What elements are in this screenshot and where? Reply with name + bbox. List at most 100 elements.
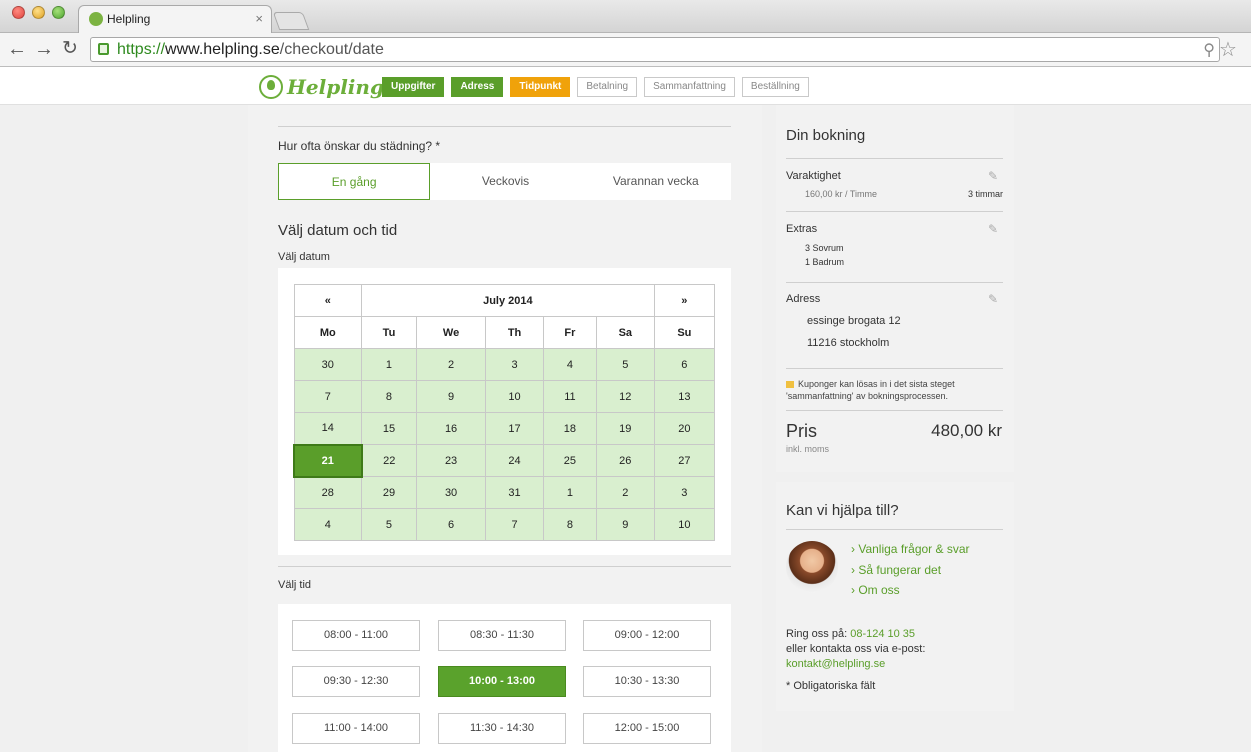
help-title: Kan vi hjälpa till?: [786, 502, 899, 519]
calendar-day[interactable]: 6: [653, 348, 716, 381]
time-slot-button[interactable]: 08:30 - 11:30: [438, 620, 566, 651]
divider: [278, 566, 731, 567]
tab-close-icon[interactable]: ×: [255, 11, 263, 26]
calendar-day[interactable]: 20: [653, 412, 716, 445]
forward-arrow-icon[interactable]: →: [34, 39, 54, 59]
calendar-day[interactable]: 14: [293, 412, 363, 445]
duration-label: Varaktighet: [786, 170, 841, 182]
calendar-day[interactable]: 19: [595, 412, 655, 445]
faq-link[interactable]: › Vanliga frågor & svar: [851, 542, 970, 556]
address-bar[interactable]: https://www.helpling.se/checkout/date ⚲: [90, 37, 1220, 62]
calendar-day[interactable]: 30: [293, 348, 363, 381]
how-it-works-link[interactable]: › Så fungerar det: [851, 563, 941, 577]
calendar-day[interactable]: 30: [415, 476, 487, 509]
calendar-day[interactable]: 28: [293, 476, 363, 509]
time-slot-button[interactable]: 08:00 - 11:00: [292, 620, 420, 651]
calendar-day[interactable]: 9: [595, 508, 655, 541]
weekday-header: Tu: [361, 316, 417, 349]
coupon-note: Kuponger kan lösas in i det sista steget…: [786, 379, 955, 401]
frequency-option[interactable]: Varannan vecka: [581, 163, 731, 200]
time-slot-button[interactable]: 10:00 - 13:00: [438, 666, 566, 697]
calendar-day[interactable]: 24: [485, 444, 544, 477]
calendar-day[interactable]: 6: [415, 508, 487, 541]
browser-tabbar: Helpling ×: [0, 0, 1251, 34]
calendar-day[interactable]: 10: [653, 508, 716, 541]
time-slot-button[interactable]: 09:00 - 12:00: [583, 620, 711, 651]
calendar-day[interactable]: 10: [485, 380, 544, 413]
time-slot-button[interactable]: 11:30 - 14:30: [438, 713, 566, 744]
edit-extras-pencil-icon[interactable]: ✎: [988, 222, 998, 236]
step-uppgifter[interactable]: Uppgifter: [382, 77, 445, 97]
calendar-day[interactable]: 7: [485, 508, 544, 541]
frequency-option[interactable]: Veckovis: [430, 163, 580, 200]
calendar-day[interactable]: 27: [653, 444, 716, 477]
step-adress[interactable]: Adress: [451, 77, 504, 97]
calendar-day[interactable]: 31: [485, 476, 544, 509]
email-link[interactable]: kontakt@helpling.se: [786, 658, 885, 670]
helpling-logo[interactable]: Helpling: [259, 75, 384, 99]
calendar-day[interactable]: 12: [595, 380, 655, 413]
next-month-button[interactable]: »: [653, 284, 716, 317]
prev-month-button[interactable]: «: [293, 284, 363, 317]
edit-duration-pencil-icon[interactable]: ✎: [988, 169, 998, 183]
calendar-day[interactable]: 3: [485, 348, 544, 381]
time-slot-button[interactable]: 10:30 - 13:30: [583, 666, 711, 697]
browser-tab[interactable]: Helpling ×: [78, 5, 272, 34]
phone-link[interactable]: 08-124 10 35: [850, 628, 915, 640]
divider: [786, 211, 1003, 212]
calendar-day[interactable]: 1: [361, 348, 417, 381]
calendar-day[interactable]: 11: [542, 380, 597, 413]
calendar-day[interactable]: 18: [542, 412, 597, 445]
step-betalning[interactable]: Betalning: [577, 77, 638, 97]
calendar-day[interactable]: 8: [542, 508, 597, 541]
minimize-window-button[interactable]: [32, 6, 45, 19]
frequency-option[interactable]: En gång: [278, 163, 431, 200]
search-icon[interactable]: ⚲: [1203, 40, 1215, 60]
logo-icon: [259, 75, 283, 99]
calendar-day[interactable]: 26: [595, 444, 655, 477]
calendar-day[interactable]: 15: [361, 412, 417, 445]
reload-icon[interactable]: ↻: [62, 39, 78, 59]
email-prefix: eller kontakta oss via e-post:: [786, 643, 926, 655]
edit-address-pencil-icon[interactable]: ✎: [988, 292, 998, 306]
calendar-day[interactable]: 22: [361, 444, 417, 477]
time-slot-button[interactable]: 12:00 - 15:00: [583, 713, 711, 744]
weekday-header: Fr: [542, 316, 597, 349]
time-slot-button[interactable]: 09:30 - 12:30: [292, 666, 420, 697]
calendar-day[interactable]: 5: [361, 508, 417, 541]
about-us-link[interactable]: › Om oss: [851, 583, 900, 597]
step-sammanfattning[interactable]: Sammanfattning: [644, 77, 735, 97]
calendar-day[interactable]: 17: [485, 412, 544, 445]
step-beställning[interactable]: Beställning: [741, 77, 809, 97]
calendar-day[interactable]: 8: [361, 380, 417, 413]
calendar-day[interactable]: 23: [415, 444, 487, 477]
calendar-day[interactable]: 5: [595, 348, 655, 381]
date-time-heading: Välj datum och tid: [278, 222, 398, 239]
calendar-day[interactable]: 13: [653, 380, 716, 413]
calendar-day[interactable]: 4: [293, 508, 363, 541]
bookmark-star-icon[interactable]: ☆: [1219, 37, 1237, 62]
calendar-day[interactable]: 7: [293, 380, 363, 413]
calendar-day[interactable]: 29: [361, 476, 417, 509]
site-header: Helpling Uppgifter Adress Tidpunkt Betalnin…: [0, 67, 1251, 105]
calendar-day[interactable]: 2: [415, 348, 487, 381]
calendar-week: 4 5 6 7 8 9 10: [293, 508, 716, 541]
calendar-day[interactable]: 3: [653, 476, 716, 509]
time-slot-button[interactable]: 11:00 - 14:00: [292, 713, 420, 744]
step-tidpunkt[interactable]: Tidpunkt: [510, 77, 571, 97]
calendar-day[interactable]: 2: [595, 476, 655, 509]
calendar-day[interactable]: 21: [293, 443, 363, 478]
calendar-day[interactable]: 1: [542, 476, 597, 509]
hourly-rate: 160,00 kr / Timme: [805, 189, 878, 199]
calendar-day[interactable]: 16: [415, 412, 487, 445]
new-tab-button[interactable]: [272, 12, 310, 30]
url-text[interactable]: https://www.helpling.se/checkout/date: [117, 41, 384, 59]
maximize-window-button[interactable]: [52, 6, 65, 19]
address-city: 11216 stockholm: [807, 337, 890, 349]
calendar-day[interactable]: 25: [542, 444, 597, 477]
frequency-selector: En gång Veckovis Varannan vecka: [278, 163, 731, 200]
calendar-day[interactable]: 9: [415, 380, 487, 413]
close-window-button[interactable]: [12, 6, 25, 19]
back-arrow-icon[interactable]: ←: [7, 39, 27, 59]
calendar-day[interactable]: 4: [542, 348, 597, 381]
